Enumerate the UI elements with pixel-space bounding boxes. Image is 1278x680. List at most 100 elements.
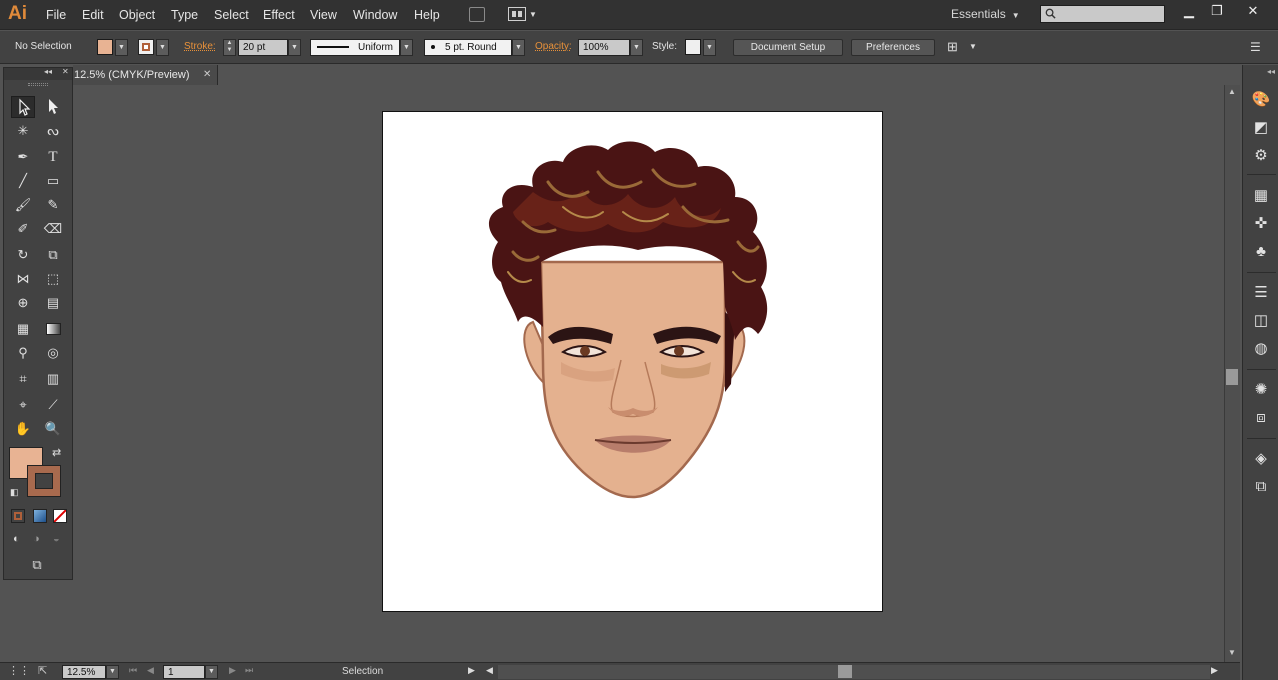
- free-transform-tool-icon[interactable]: ⬚: [41, 268, 65, 290]
- artboard-dropdown[interactable]: ▼: [205, 665, 218, 679]
- layers-panel-icon[interactable]: ◈: [1250, 449, 1272, 469]
- stroke-stepper[interactable]: ▲ ▼: [223, 39, 236, 56]
- menu-window[interactable]: Window: [353, 8, 397, 22]
- transparency-panel-icon[interactable]: ◍: [1250, 339, 1272, 359]
- workspace-switcher[interactable]: Essentials ▼: [951, 7, 1020, 21]
- magic-wand-tool-icon[interactable]: ✳: [11, 120, 35, 142]
- perspective-grid-tool-icon[interactable]: ▤: [41, 292, 65, 314]
- scale-tool-icon[interactable]: ⧉: [41, 244, 65, 266]
- style-dropdown[interactable]: ▼: [703, 39, 716, 56]
- draw-inside-icon[interactable]: ◒: [53, 533, 60, 545]
- graphic-styles-icon[interactable]: ⧈: [1250, 408, 1272, 428]
- default-colors-icon[interactable]: ◧: [10, 487, 19, 498]
- menu-effect[interactable]: Effect: [263, 8, 295, 22]
- opacity-dropdown[interactable]: ▼: [630, 39, 643, 56]
- menu-select[interactable]: Select: [214, 8, 249, 22]
- gradient-tool-icon[interactable]: [41, 318, 65, 340]
- eyedropper-tool-icon[interactable]: ⚲: [11, 342, 35, 364]
- artboard-number-field[interactable]: 1: [163, 665, 205, 679]
- direct-selection-tool-icon[interactable]: [41, 96, 65, 118]
- horizontal-scrollbar[interactable]: [498, 665, 1210, 679]
- chevron-down-icon[interactable]: ▼: [969, 42, 977, 51]
- slice-tool-icon[interactable]: ⟋: [41, 394, 65, 416]
- search-input[interactable]: [1040, 5, 1165, 23]
- profile-dropdown[interactable]: ▼: [400, 39, 413, 56]
- menu-object[interactable]: Object: [119, 8, 155, 22]
- brush-dropdown[interactable]: ▼: [512, 39, 525, 56]
- status-menu-icon[interactable]: ▶: [468, 665, 475, 676]
- document-tab[interactable]: 12.5% (CMYK/Preview) ✕: [73, 65, 218, 85]
- menu-file[interactable]: File: [46, 8, 66, 22]
- variable-width-profile[interactable]: Uniform: [310, 39, 400, 56]
- hand-tool-icon[interactable]: ✋: [11, 418, 35, 440]
- expand-panels-icon[interactable]: ◂◂: [1267, 67, 1275, 76]
- none-mode-icon[interactable]: [53, 509, 67, 523]
- preferences-button[interactable]: Preferences: [851, 39, 935, 56]
- document-setup-button[interactable]: Document Setup: [733, 39, 843, 56]
- zoom-tool-icon[interactable]: 🔍: [41, 418, 65, 440]
- tools-panel-header[interactable]: ◂◂ ✕: [4, 67, 72, 80]
- width-tool-icon[interactable]: ⋈: [11, 268, 35, 290]
- pen-tool-icon[interactable]: ✒: [11, 146, 35, 168]
- blob-brush-tool-icon[interactable]: ✐: [11, 218, 35, 240]
- menu-type[interactable]: Type: [171, 8, 198, 22]
- horizontal-scroll-thumb[interactable]: [838, 665, 852, 678]
- rectangle-tool-icon[interactable]: ▭: [41, 170, 65, 192]
- gradient-mode-icon[interactable]: [33, 509, 47, 523]
- screen-mode-icon[interactable]: ⧉: [24, 557, 50, 573]
- minimize-button[interactable]: ▁: [1176, 3, 1202, 21]
- lasso-tool-icon[interactable]: ᔓ: [41, 120, 65, 142]
- artboard-tool-icon[interactable]: ⌖: [11, 394, 35, 416]
- last-artboard-icon[interactable]: ⏭: [245, 665, 253, 676]
- zoom-dropdown[interactable]: ▼: [106, 665, 119, 679]
- arrange-documents-icon[interactable]: [508, 7, 526, 21]
- shape-builder-tool-icon[interactable]: ⊕: [11, 292, 35, 314]
- artboards-panel-icon[interactable]: ⧉: [1250, 477, 1272, 497]
- vertical-scroll-thumb[interactable]: [1226, 369, 1238, 385]
- paintbrush-tool-icon[interactable]: 🖌: [11, 194, 35, 216]
- menu-view[interactable]: View: [310, 8, 337, 22]
- restore-button[interactable]: ❐: [1204, 3, 1230, 21]
- color-guide-icon[interactable]: ◩: [1250, 118, 1272, 138]
- swap-colors-icon[interactable]: ⇄: [52, 446, 61, 459]
- close-button[interactable]: ✕: [1240, 3, 1266, 21]
- line-segment-tool-icon[interactable]: ╱: [11, 170, 35, 192]
- zoom-field[interactable]: 12.5%: [62, 665, 106, 679]
- scroll-left-icon[interactable]: ◀: [486, 665, 493, 676]
- share-icon[interactable]: ⇱: [38, 664, 47, 677]
- align-icon[interactable]: ⊞: [947, 39, 958, 55]
- stroke-swatch[interactable]: [138, 39, 154, 55]
- stroke-weight-dropdown[interactable]: ▼: [288, 39, 301, 56]
- rotate-tool-icon[interactable]: ↻: [11, 244, 35, 266]
- symbol-sprayer-tool-icon[interactable]: ⌗: [11, 368, 35, 390]
- next-artboard-icon[interactable]: ▶: [229, 665, 236, 676]
- fill-dropdown[interactable]: ▼: [115, 39, 128, 56]
- chevron-down-icon[interactable]: ▼: [529, 10, 537, 19]
- scroll-up-icon[interactable]: ▲: [1228, 87, 1236, 96]
- draw-normal-icon[interactable]: ◐: [13, 533, 20, 545]
- gradient-panel-icon[interactable]: ◫: [1250, 311, 1272, 331]
- graphic-style-swatch[interactable]: [685, 39, 701, 55]
- opacity-field[interactable]: 100%: [578, 39, 630, 56]
- stroke-weight-field[interactable]: 20 pt: [238, 39, 288, 56]
- pencil-tool-icon[interactable]: ✎: [41, 194, 65, 216]
- draw-behind-icon[interactable]: ◑: [33, 533, 40, 545]
- opacity-label[interactable]: Opacity:: [535, 41, 572, 52]
- appearance-panel-icon[interactable]: ✺: [1250, 380, 1272, 400]
- close-icon[interactable]: ✕: [62, 67, 69, 76]
- column-graph-tool-icon[interactable]: ▥: [41, 368, 65, 390]
- panel-menu-icon[interactable]: ☰: [1250, 40, 1261, 54]
- close-icon[interactable]: ✕: [203, 69, 211, 80]
- eraser-tool-icon[interactable]: ⌫: [41, 218, 65, 240]
- stroke-color-box[interactable]: [27, 465, 61, 497]
- selection-tool-icon[interactable]: [11, 96, 35, 118]
- artboard[interactable]: [382, 111, 883, 612]
- brush-definition[interactable]: 5 pt. Round: [424, 39, 512, 56]
- menu-edit[interactable]: Edit: [82, 8, 104, 22]
- first-artboard-icon[interactable]: ⏮: [129, 665, 137, 676]
- color-panel-icon[interactable]: 🎨: [1250, 90, 1272, 110]
- stroke-dropdown[interactable]: ▼: [156, 39, 169, 56]
- collapse-icon[interactable]: ◂◂: [44, 67, 52, 76]
- previous-artboard-icon[interactable]: ◀: [147, 665, 154, 676]
- scroll-right-icon[interactable]: ▶: [1211, 665, 1218, 676]
